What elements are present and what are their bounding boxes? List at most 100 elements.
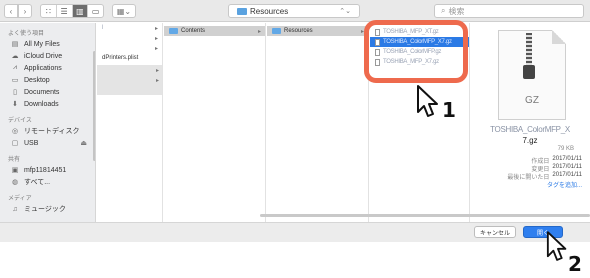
updown-chevron-icon: ⌃⌄ [339, 8, 351, 15]
all-files-icon: ▤ [11, 41, 19, 48]
chevron-right-icon: ▸ [154, 35, 158, 42]
sidebar-item-all-my-files[interactable]: ▤ All My Files [0, 38, 95, 50]
chevron-right-icon: › [23, 6, 27, 16]
file-type-label: GZ [525, 95, 539, 106]
remote-disc-icon: ◎ [11, 128, 19, 135]
browser-column-1: l ▸ ▸ ▸ dPrinters.plist ▸ ▸ [97, 23, 163, 223]
sidebar-item-label: リモートディスク [24, 128, 80, 135]
filename-line1: TOSHIBA_ColorMFP_X [490, 125, 570, 134]
cloud-icon: ☁ [11, 53, 19, 60]
desktop-icon: ▭ [11, 77, 19, 84]
arrange-button[interactable]: ▦⌄ [112, 4, 136, 18]
chevron-left-icon: ‹ [9, 6, 13, 16]
sidebar-item-applications[interactable]: ⩘ Applications [0, 62, 95, 74]
filename-line2: 7.gz [522, 136, 538, 145]
add-tag-link[interactable]: タグを追加... [547, 180, 582, 189]
gz-file-icon: GZ [498, 30, 566, 120]
computer-icon: ▣ [11, 167, 19, 174]
list-item[interactable]: l ▸ [97, 23, 162, 33]
sidebar-item-label: すべて... [24, 179, 51, 186]
created-key: 作成日 [531, 159, 550, 165]
preview-filename: TOSHIBA_ColorMFP_X 7.gz [474, 124, 586, 146]
list-item[interactable]: ▸ [97, 65, 162, 75]
tag-row: タグを追加... [474, 180, 586, 189]
sidebar-item-label: Documents [24, 88, 60, 96]
opened-row: 最後に開いた日 2017/01/11 [474, 172, 586, 181]
location-popup[interactable]: Resources ⌃⌄ [228, 4, 360, 18]
sidebar-item-downloads[interactable]: ⬇ Downloads [0, 98, 95, 110]
icon-view-button[interactable]: ∷ [41, 5, 57, 17]
sidebar-item-all-shared[interactable]: ◍ すべて... [0, 176, 95, 188]
shared-header: 共有 [8, 157, 21, 163]
list-item-label: dPrinters.plist [102, 55, 139, 61]
sidebar-item-label: iCloud Drive [24, 52, 63, 60]
cancel-button[interactable]: キャンセル [474, 226, 516, 238]
step-number-1: 1 [442, 98, 456, 122]
devices-header: デバイス [8, 118, 32, 124]
view-mode-group: ∷ ☰ ▥ ▭ [40, 4, 104, 18]
folder-icon [237, 7, 247, 15]
modified-key: 変更日 [531, 167, 550, 173]
list-item[interactable]: ▸ [97, 75, 162, 85]
modified-value: 2017/01/11 [552, 164, 582, 170]
sidebar-scrollbar[interactable] [93, 51, 95, 161]
sidebar-item-label: Downloads [24, 100, 59, 108]
sidebar-item-mfp[interactable]: ▣ mfp11814451 [0, 164, 95, 176]
sidebar-item-label: USB [24, 139, 39, 147]
created-value: 2017/01/11 [552, 156, 582, 162]
folder-label: Resources [284, 28, 313, 34]
folder-icon [169, 28, 178, 34]
sidebar-item-label: All My Files [24, 40, 60, 48]
sidebar-item-label: Desktop [24, 76, 50, 84]
sidebar-item-usb[interactable]: ▢ USB ⏏ [0, 137, 95, 149]
sidebar-item-icloud-drive[interactable]: ☁ iCloud Drive [0, 50, 95, 62]
created-row: 作成日 2017/01/11 [474, 156, 586, 165]
folder-icon [272, 28, 281, 34]
column-view-button[interactable]: ▥ [72, 5, 89, 17]
browser-column-2: Contents ▸ [164, 23, 266, 223]
music-icon: ♫ [12, 205, 18, 213]
downloads-icon: ⬇ [12, 101, 18, 108]
media-header: メディア [8, 196, 32, 202]
browser-column-3: Resources ▸ [267, 23, 369, 223]
sidebar-item-remote-disc[interactable]: ◎ リモートディスク [0, 125, 95, 137]
file-size: 79 KB [557, 146, 574, 152]
eject-icon[interactable]: ⏏ [80, 139, 87, 147]
sidebar: よく使う項目 ▤ All My Files ☁ iCloud Drive ⩘ Appl… [0, 23, 96, 223]
sidebar-item-documents[interactable]: ▯ Documents [0, 86, 95, 98]
gallery-view-button[interactable]: ▭ [88, 5, 103, 17]
sidebar-item-music[interactable]: ♫ ミュージック [0, 203, 95, 215]
sidebar-item-label: ミュージック [24, 206, 66, 213]
pointer-cursor-icon [417, 85, 438, 117]
search-field[interactable]: ⌕ 検索 [434, 4, 584, 18]
horizontal-scrollbar[interactable] [260, 214, 590, 217]
sidebar-item-label: mfp11814451 [24, 166, 67, 174]
chevron-right-icon: ▸ [154, 25, 158, 32]
location-label: Resources [250, 6, 289, 16]
list-item[interactable]: ▸ [97, 33, 162, 43]
documents-icon: ▯ [13, 89, 17, 96]
opened-value: 2017/01/11 [552, 172, 582, 178]
list-item-label: l [102, 25, 104, 31]
list-item[interactable]: ▸ [97, 43, 162, 53]
zipper-pull-icon [523, 65, 535, 79]
chevron-right-icon: ▸ [257, 28, 261, 35]
highlight-callout [364, 20, 468, 83]
network-icon: ◍ [11, 179, 19, 186]
file-metadata: 作成日 2017/01/11 変更日 2017/01/11 最後に開いた日 2017/… [474, 156, 586, 189]
modified-row: 変更日 2017/01/11 [474, 164, 586, 173]
forward-button[interactable]: › [18, 4, 32, 18]
chevron-right-icon: ▸ [155, 67, 159, 74]
back-button[interactable]: ‹ [4, 4, 18, 18]
pointer-cursor-icon [546, 231, 567, 261]
page-fold [552, 30, 566, 44]
folder-row-contents[interactable]: Contents ▸ [164, 26, 265, 36]
chevron-right-icon: ▸ [154, 45, 158, 52]
list-item[interactable]: dPrinters.plist [97, 53, 162, 63]
sidebar-item-desktop[interactable]: ▭ Desktop [0, 74, 95, 86]
folder-row-resources[interactable]: Resources ▸ [267, 26, 368, 36]
list-view-button[interactable]: ☰ [57, 5, 73, 17]
opened-key: 最後に開いた日 [507, 175, 550, 181]
search-icon: ⌕ [441, 6, 446, 15]
usb-drive-icon: ▢ [11, 140, 19, 147]
